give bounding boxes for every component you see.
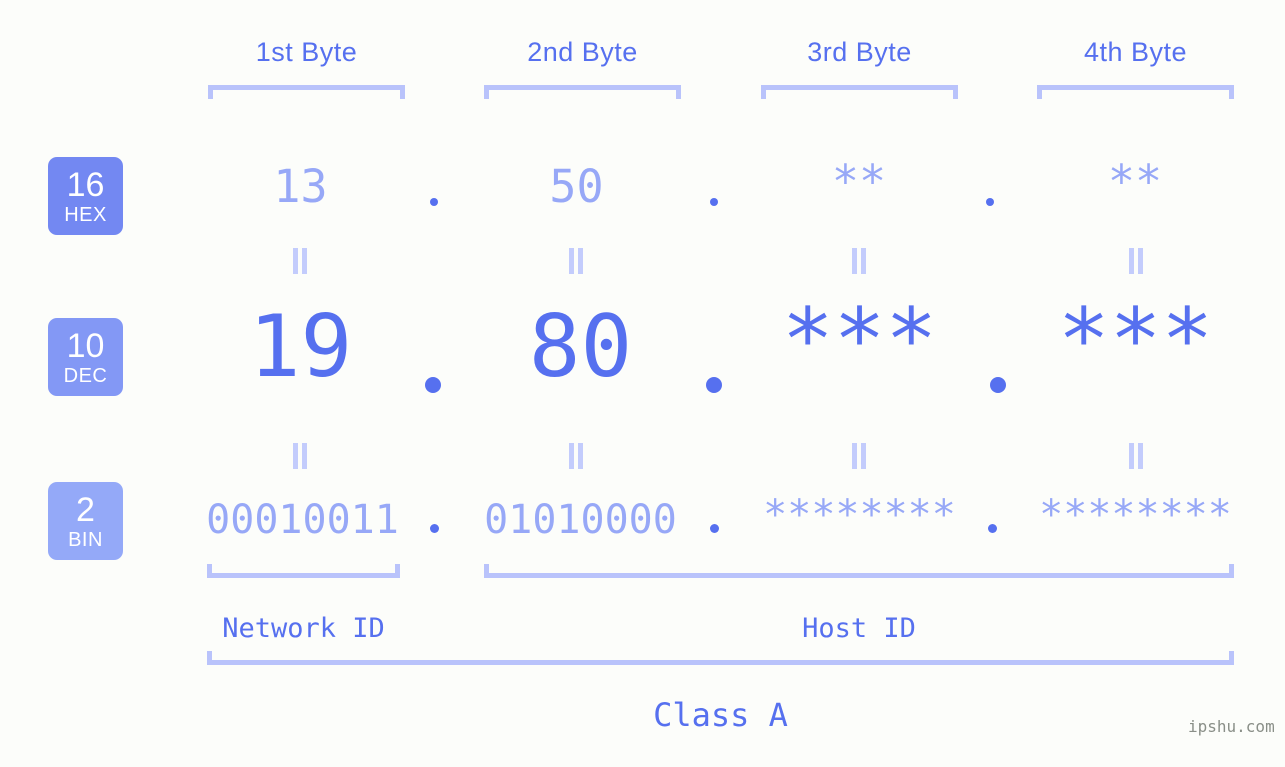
byte-bracket-top-4 — [1037, 85, 1234, 99]
hex-dot-separator-2 — [710, 198, 718, 206]
bin-dot-separator-3 — [988, 524, 997, 533]
equality-symbol-hex-dec-2 — [568, 248, 584, 274]
hex-value-byte-3: ** — [831, 155, 887, 208]
dec-value-byte-3: *** — [781, 290, 938, 390]
ip-address-breakdown-diagram: 1st Byte 2nd Byte 3rd Byte 4th Byte 16 H… — [0, 0, 1285, 767]
byte-bracket-top-1 — [208, 85, 405, 99]
base-badge-hex-number: 16 — [66, 165, 105, 204]
class-label: Class A — [653, 696, 788, 734]
base-badge-dec: 10 DEC — [48, 318, 123, 396]
byte-header-label-1: 1st Byte — [255, 37, 358, 67]
bin-dot-separator-1 — [430, 524, 439, 533]
byte-header-label-3: 3rd Byte — [807, 37, 912, 67]
base-badge-dec-name: DEC — [63, 364, 108, 387]
dec-value-byte-1: 19 — [248, 297, 353, 397]
host-id-label: Host ID — [802, 613, 916, 644]
dec-value-byte-2: 80 — [528, 297, 633, 397]
base-badge-hex-name: HEX — [64, 203, 107, 226]
byte-bracket-top-2 — [484, 85, 681, 99]
byte-header-label-4: 4th Byte — [1083, 37, 1188, 67]
hex-value-byte-1: 13 — [273, 160, 328, 213]
bin-value-byte-2: 01010000 — [484, 497, 677, 543]
base-badge-bin-number: 2 — [76, 490, 95, 529]
dec-dot-separator-1 — [425, 377, 441, 393]
equality-symbol-dec-bin-4 — [1128, 443, 1144, 469]
base-badge-bin-name: BIN — [68, 528, 103, 551]
network-id-bracket — [207, 564, 400, 578]
base-badge-hex: 16 HEX — [48, 157, 123, 235]
byte-header-label-2: 2nd Byte — [527, 37, 638, 67]
dec-dot-separator-2 — [706, 377, 722, 393]
hex-value-byte-4: ** — [1107, 155, 1163, 208]
equality-symbol-hex-dec-3 — [851, 248, 867, 274]
equality-symbol-hex-dec-4 — [1128, 248, 1144, 274]
equality-symbol-dec-bin-1 — [292, 443, 308, 469]
bin-value-byte-1: 00010011 — [206, 497, 399, 543]
byte-bracket-top-3 — [761, 85, 958, 99]
host-id-bracket — [484, 564, 1234, 578]
network-id-label: Network ID — [222, 613, 385, 644]
base-badge-bin: 2 BIN — [48, 482, 123, 560]
dec-dot-separator-3 — [990, 377, 1006, 393]
bin-value-byte-3: ******** — [763, 492, 956, 538]
base-badge-dec-number: 10 — [66, 326, 105, 365]
hex-dot-separator-3 — [986, 198, 994, 206]
site-watermark: ipshu.com — [1188, 717, 1275, 736]
equality-symbol-dec-bin-3 — [851, 443, 867, 469]
equality-symbol-hex-dec-1 — [292, 248, 308, 274]
dec-value-byte-4: *** — [1057, 290, 1214, 390]
bin-dot-separator-2 — [710, 524, 719, 533]
hex-value-byte-2: 50 — [549, 160, 604, 213]
class-bracket — [207, 651, 1234, 665]
equality-symbol-dec-bin-2 — [568, 443, 584, 469]
bin-value-byte-4: ******** — [1039, 492, 1232, 538]
hex-dot-separator-1 — [430, 198, 438, 206]
